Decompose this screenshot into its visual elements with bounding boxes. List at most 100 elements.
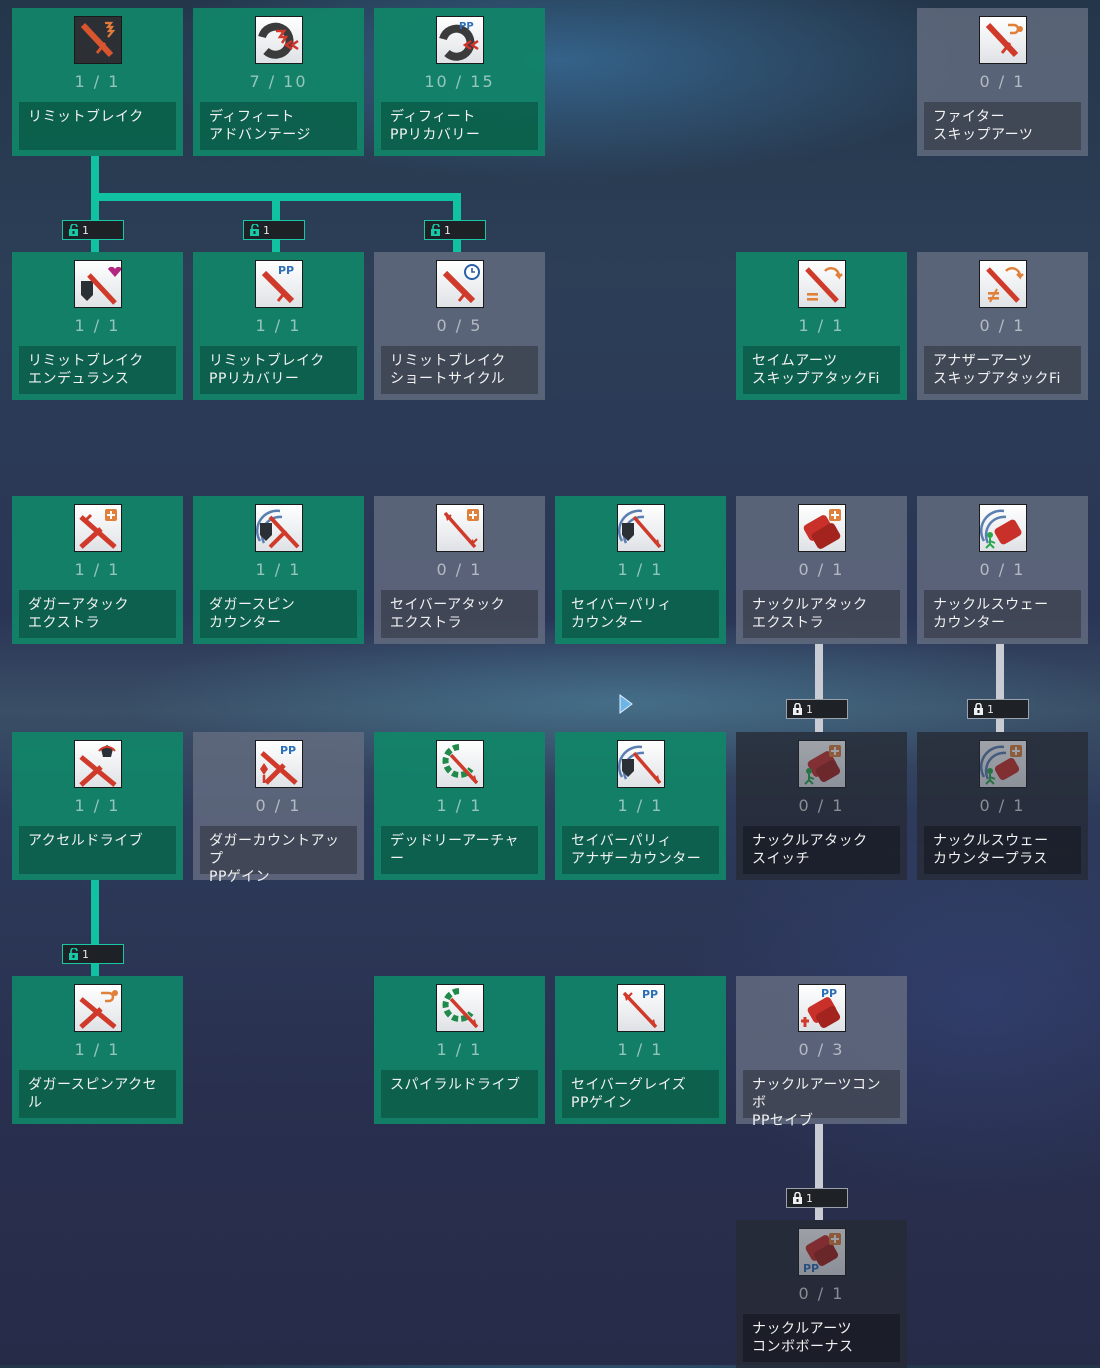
- sword-fire-icon: [74, 16, 122, 64]
- requirement-badge: 1: [424, 220, 486, 240]
- skill-level: 1 / 1: [436, 1040, 483, 1059]
- cursor-icon: [619, 694, 633, 714]
- skill-level: 1 / 1: [617, 1040, 664, 1059]
- knuckle-switch-icon: [798, 740, 846, 788]
- skill-name: リミットブレイク PPリカバリー: [200, 346, 357, 394]
- lock-icon: [793, 702, 802, 715]
- saber-plus-icon: [436, 504, 484, 552]
- skill-name: ディフィート PPリカバリー: [381, 102, 538, 150]
- connector-line: [996, 644, 1004, 699]
- saber-spiral-icon: [436, 984, 484, 1032]
- skill-node-dagger-attack-extra[interactable]: 1 / 1 ダガーアタック エクストラ: [12, 496, 183, 644]
- skill-node-spiral-drive[interactable]: 1 / 1 スパイラルドライブ: [374, 976, 545, 1124]
- requirement-level: 1: [806, 1191, 813, 1205]
- skill-node-dagger-spin-accel[interactable]: 1 / 1 ダガースピンアクセル: [12, 976, 183, 1124]
- saber-pp-icon: PP: [617, 984, 665, 1032]
- skill-node-knuckle-attack-switch[interactable]: 0 / 1 ナックルアタック スイッチ: [736, 732, 907, 880]
- sword-clock-icon: [436, 260, 484, 308]
- skill-node-limit-break-pp-recovery[interactable]: PP 1 / 1 リミットブレイク PPリカバリー: [193, 252, 364, 400]
- skill-node-saber-parry-counter[interactable]: 1 / 1 セイバーパリィ カウンター: [555, 496, 726, 644]
- svg-text:PP: PP: [278, 264, 294, 277]
- defeat-chevron-icon: [255, 16, 303, 64]
- saber-shield-icon: [617, 504, 665, 552]
- skill-node-defeat-pp-recovery[interactable]: PP 10 / 15 ディフィート PPリカバリー: [374, 8, 545, 156]
- skill-node-defeat-advantage[interactable]: 7 / 10 ディフィート アドバンテージ: [193, 8, 364, 156]
- skill-level: 0 / 1: [798, 1284, 845, 1303]
- skill-name: ナックルアタック エクストラ: [743, 590, 900, 638]
- skill-level: 1 / 1: [74, 796, 121, 815]
- skill-node-deadly-archer[interactable]: 1 / 1 デッドリーアーチャー: [374, 732, 545, 880]
- requirement-level: 1: [806, 702, 813, 716]
- skill-level: 0 / 1: [979, 72, 1026, 91]
- connector-line: [815, 644, 823, 699]
- connector-line: [815, 719, 823, 732]
- skill-node-knuckle-sway-counter[interactable]: 0 / 1 ナックルスウェー カウンター: [917, 496, 1088, 644]
- connector-line: [996, 719, 1004, 732]
- skill-node-another-arts-skip-attack[interactable]: 0 / 1 アナザーアーツ スキップアタックFi: [917, 252, 1088, 400]
- saber-shield-icon: [617, 740, 665, 788]
- unlock-icon: [431, 223, 440, 236]
- skill-name: デッドリーアーチャー: [381, 826, 538, 874]
- connector-line: [91, 240, 99, 252]
- dagger-accel-icon: [74, 740, 122, 788]
- skill-level: 0 / 1: [979, 796, 1026, 815]
- connector-line: [272, 193, 280, 220]
- skill-name: スパイラルドライブ: [381, 1070, 538, 1118]
- skill-node-limit-break[interactable]: 1 / 1 リミットブレイク: [12, 8, 183, 156]
- skill-node-limit-break-short-cycle[interactable]: 0 / 5 リミットブレイク ショートサイクル: [374, 252, 545, 400]
- skill-node-knuckle-arts-combo-pp-save[interactable]: PP 0 / 3 ナックルアーツコンボ PPセイブ: [736, 976, 907, 1129]
- skill-node-fighter-skip-arts[interactable]: 0 / 1 ファイター スキップアーツ: [917, 8, 1088, 156]
- skill-level: 1 / 1: [255, 316, 302, 335]
- skill-level: 10 / 15: [424, 72, 495, 91]
- unlock-icon: [69, 223, 78, 236]
- skill-node-saber-attack-extra[interactable]: 0 / 1 セイバーアタック エクストラ: [374, 496, 545, 644]
- defeat-pp-icon: PP: [436, 16, 484, 64]
- skill-node-dagger-spin-counter[interactable]: 1 / 1 ダガースピン カウンター: [193, 496, 364, 644]
- skill-node-knuckle-arts-combo-bonus[interactable]: PP 0 / 1 ナックルアーツ コンボボーナス: [736, 1220, 907, 1368]
- unlock-icon: [250, 223, 259, 236]
- knuckle-pp-save-icon: PP: [798, 984, 846, 1032]
- skill-level: 1 / 1: [798, 316, 845, 335]
- dagger-shield-icon: [255, 504, 303, 552]
- saber-spiral-icon: [436, 740, 484, 788]
- skill-level: 0 / 1: [798, 560, 845, 579]
- skill-level: 0 / 1: [979, 316, 1026, 335]
- sword-notequal-icon: [979, 260, 1027, 308]
- lock-icon: [974, 702, 983, 715]
- skill-level: 1 / 1: [617, 560, 664, 579]
- skill-node-saber-graze-pp-gain[interactable]: PP 1 / 1 セイバーグレイズ PPゲイン: [555, 976, 726, 1124]
- skill-name: アクセルドライブ: [19, 826, 176, 874]
- skill-node-dagger-countup-pp-gain[interactable]: PP 0 / 1 ダガーカウントアップ PPゲイン: [193, 732, 364, 885]
- skill-name: ダガースピン カウンター: [200, 590, 357, 638]
- skill-level: 0 / 1: [255, 796, 302, 815]
- requirement-level: 1: [82, 947, 89, 961]
- requirement-badge: 1: [786, 1188, 848, 1208]
- requirement-badge: 1: [243, 220, 305, 240]
- skill-node-saber-parry-another-counter[interactable]: 1 / 1 セイバーパリィ アナザーカウンター: [555, 732, 726, 880]
- svg-text:PP: PP: [821, 987, 837, 1000]
- connector-line: [91, 880, 99, 944]
- skill-node-knuckle-attack-extra[interactable]: 0 / 1 ナックルアタック エクストラ: [736, 496, 907, 644]
- connector-line: [91, 156, 99, 220]
- skill-name: リミットブレイク エンデュランス: [19, 346, 176, 394]
- skill-name: ナックルアーツコンボ PPセイブ: [743, 1070, 900, 1129]
- skill-level: 0 / 1: [798, 796, 845, 815]
- skill-node-limit-break-endurance[interactable]: 1 / 1 リミットブレイク エンデュランス: [12, 252, 183, 400]
- sword-equal-icon: [798, 260, 846, 308]
- dagger-skip-icon: [74, 984, 122, 1032]
- svg-text:PP: PP: [642, 988, 658, 1001]
- skill-node-accel-drive[interactable]: 1 / 1 アクセルドライブ: [12, 732, 183, 880]
- skill-node-knuckle-sway-counter-plus[interactable]: 0 / 1 ナックルスウェー カウンタープラス: [917, 732, 1088, 880]
- skill-name: ダガーアタック エクストラ: [19, 590, 176, 638]
- lock-icon: [793, 1191, 802, 1204]
- svg-text:PP: PP: [280, 744, 296, 757]
- knuckle-sway-icon: [979, 504, 1027, 552]
- connector-line: [815, 1124, 823, 1188]
- svg-text:PP: PP: [803, 1262, 819, 1275]
- skill-name: リミットブレイク ショートサイクル: [381, 346, 538, 394]
- dagger-pp-icon: PP: [255, 740, 303, 788]
- requirement-level: 1: [82, 223, 89, 237]
- dagger-plus-icon: [74, 504, 122, 552]
- skill-level: 1 / 1: [74, 316, 121, 335]
- skill-node-same-arts-skip-attack[interactable]: 1 / 1 セイムアーツ スキップアタックFi: [736, 252, 907, 400]
